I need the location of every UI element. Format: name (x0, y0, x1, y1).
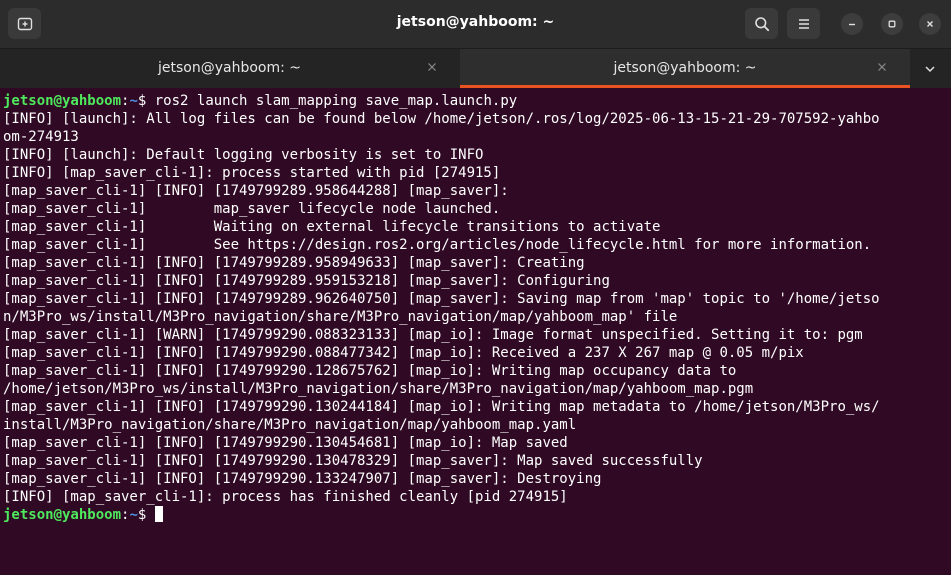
prompt-path: ~ (129, 507, 138, 523)
close-icon (878, 63, 886, 71)
text-cursor (154, 506, 163, 522)
prompt-symbol: $ (137, 93, 155, 109)
output-line: [INFO] [launch]: All log files can be fo… (3, 111, 880, 127)
command-text: ros2 launch slam_mapping save_map.launch… (154, 93, 518, 109)
output-line: [map_saver_cli-1] [INFO] [1749799289.958… (3, 183, 509, 199)
tab-1[interactable]: jetson@yahboom: ~ (0, 49, 459, 88)
maximize-icon (888, 20, 896, 28)
prompt-symbol: $ (137, 507, 155, 523)
output-line: [INFO] [map_saver_cli-1]: process has fi… (3, 489, 568, 505)
search-button[interactable] (745, 8, 778, 39)
output-line: [map_saver_cli-1] See https://design.ros… (3, 237, 872, 253)
menu-button[interactable] (787, 8, 820, 39)
header-bar: jetson@yahboom: ~ (0, 0, 951, 49)
output-line: [INFO] [map_saver_cli-1]: process starte… (3, 165, 501, 181)
output-line: [map_saver_cli-1] [INFO] [1749799290.133… (3, 471, 602, 487)
tab-close-button[interactable] (423, 58, 441, 76)
tab-list-dropdown[interactable] (918, 57, 942, 81)
tab-close-button[interactable] (873, 58, 891, 76)
prompt-user: jetson@yahboom (3, 93, 122, 109)
prompt-user: jetson@yahboom (3, 507, 122, 523)
prompt-path: ~ (129, 93, 138, 109)
prompt-line: jetson@yahboom:~$ (3, 506, 951, 524)
close-icon (428, 63, 436, 71)
output-line: [INFO] [launch]: Default logging verbosi… (3, 147, 484, 163)
output-line: [map_saver_cli-1] [INFO] [1749799290.128… (3, 363, 754, 397)
output-line: [map_saver_cli-1] [INFO] [1749799290.130… (3, 399, 880, 415)
minimize-button[interactable] (841, 13, 863, 35)
output-line: om-274913 (3, 129, 79, 145)
tab-label: jetson@yahboom: ~ (157, 60, 301, 76)
search-icon (754, 16, 769, 31)
output-line: [map_saver_cli-1] [INFO] [1749799290.088… (3, 345, 804, 361)
output-line: [map_saver_cli-1] [INFO] [1749799290.130… (3, 435, 568, 451)
command-line: jetson@yahboom:~$ ros2 launch slam_mappi… (3, 92, 951, 110)
output-line: [map_saver_cli-1] [WARN] [1749799290.088… (3, 327, 863, 343)
chevron-down-icon (925, 66, 935, 73)
output-line: [map_saver_cli-1] [INFO] [1749799289.962… (3, 291, 880, 307)
close-icon (927, 21, 933, 27)
output-line: n/M3Pro_ws/install/M3Pro_navigation/shar… (3, 309, 678, 325)
minimize-icon (849, 23, 855, 26)
output-line: install/M3Pro_navigation/share/M3Pro_nav… (3, 417, 577, 433)
maximize-button[interactable] (881, 13, 903, 35)
close-button[interactable] (919, 13, 941, 35)
tab-2[interactable]: jetson@yahboom: ~ (460, 49, 910, 88)
terminal-output[interactable]: jetson@yahboom:~$ ros2 launch slam_mappi… (0, 88, 951, 575)
output-line: [map_saver_cli-1] [INFO] [1749799289.958… (3, 255, 585, 271)
output-line: [map_saver_cli-1] [INFO] [1749799289.959… (3, 273, 610, 289)
output-line: [map_saver_cli-1] Waiting on external li… (3, 219, 661, 235)
tab-bar: jetson@yahboom: ~ jetson@yahboom: ~ (0, 49, 951, 88)
output-line: [map_saver_cli-1] map_saver lifecycle no… (3, 201, 501, 217)
tab-label: jetson@yahboom: ~ (613, 60, 757, 76)
hamburger-menu-icon (798, 18, 809, 29)
output-line: [map_saver_cli-1] [INFO] [1749799290.130… (3, 453, 703, 469)
